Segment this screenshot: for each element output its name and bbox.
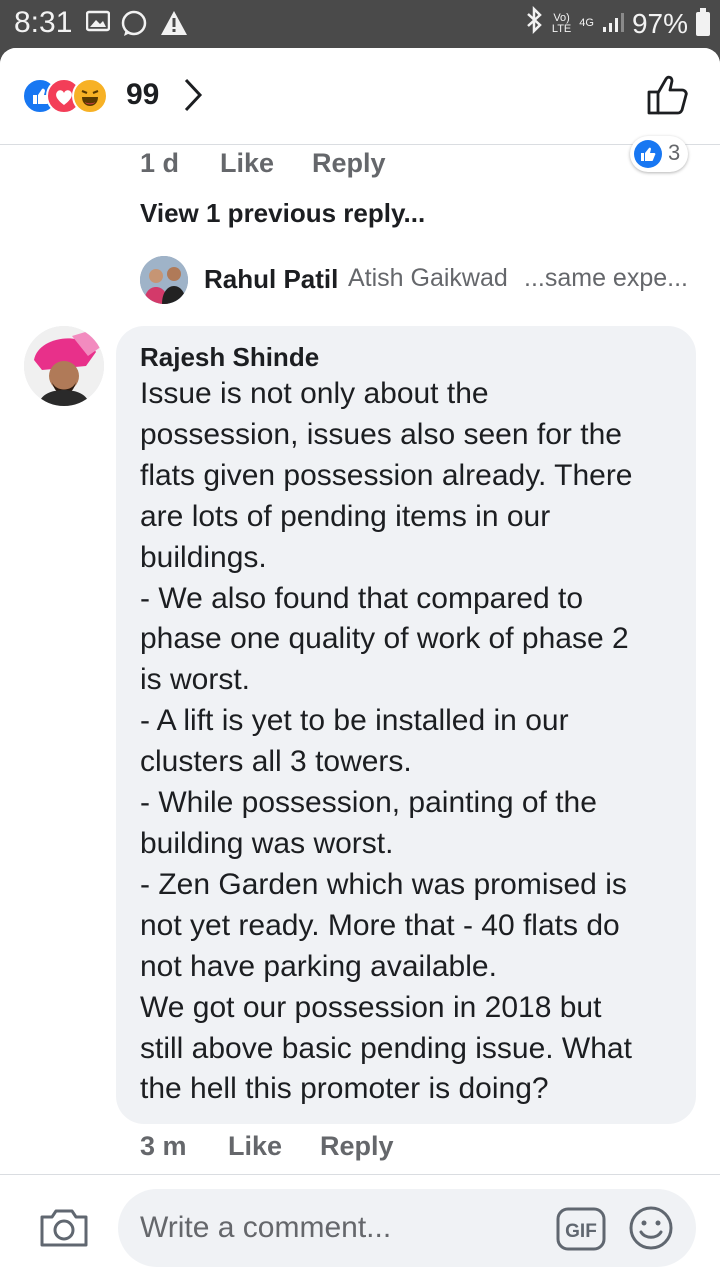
- image-notification-icon: [85, 10, 111, 37]
- comment-reply-button[interactable]: Reply: [320, 1131, 394, 1162]
- avatar: [140, 256, 188, 304]
- comments-sheet: 99 1 d Like Reply 3 View 1 previous repl…: [0, 48, 720, 1280]
- avatar[interactable]: [24, 326, 104, 406]
- status-bar: 8:31 Vo) LTE 4G 97%: [0, 0, 720, 48]
- clock: 8:31: [14, 6, 73, 39]
- comment-author[interactable]: Rajesh Shinde: [140, 342, 319, 373]
- reaction-count[interactable]: 99: [126, 78, 159, 112]
- like-post-button[interactable]: [646, 72, 690, 121]
- reactions-header: 99: [0, 48, 720, 145]
- volte-indicator: Vo) LTE: [551, 11, 572, 35]
- battery-icon: [696, 7, 710, 36]
- chevron-right-icon[interactable]: [180, 76, 206, 119]
- bluetooth-icon: [524, 5, 544, 41]
- previous-comment-like-button[interactable]: Like: [220, 148, 274, 179]
- like-badge-count: 3: [668, 140, 681, 165]
- svg-text:GIF: GIF: [565, 1221, 597, 1242]
- reply-preview[interactable]: Rahul Patil Atish Gaikwad ...same expe..…: [140, 254, 700, 306]
- comment-input[interactable]: Write a comment... GIF: [118, 1189, 696, 1267]
- reactions-summary[interactable]: [22, 78, 122, 114]
- warning-icon: [160, 10, 188, 41]
- previous-comment-reply-button[interactable]: Reply: [312, 148, 386, 179]
- camera-icon[interactable]: [38, 1205, 90, 1254]
- status-icons: Vo) LTE 4G 97%: [524, 5, 710, 41]
- reply-author[interactable]: Rahul Patil: [204, 264, 338, 295]
- gif-button[interactable]: GIF: [556, 1207, 606, 1256]
- thumbs-up-icon: [647, 75, 688, 115]
- reply-mention[interactable]: Atish Gaikwad: [348, 264, 508, 293]
- comment-composer: Write a comment... GIF: [0, 1174, 720, 1280]
- signal-icon: [602, 8, 624, 40]
- reply-snippet: ...same expe...: [524, 264, 688, 292]
- previous-comment-like-badge[interactable]: 3: [630, 136, 688, 172]
- comment-text: Issue is not only about the possession, …: [140, 377, 633, 1106]
- emoji-icon[interactable]: [628, 1205, 674, 1256]
- comment-like-button[interactable]: Like: [228, 1131, 282, 1162]
- battery-percent: 97%: [631, 7, 688, 39]
- view-previous-replies-link[interactable]: View 1 previous reply...: [140, 198, 425, 229]
- comment-bubble[interactable]: Rajesh Shinde Issue is not only about th…: [116, 326, 696, 1124]
- network-type: 4G: [579, 17, 594, 29]
- comment-input-placeholder: Write a comment...: [140, 1211, 392, 1244]
- like-badge-icon: [634, 140, 662, 168]
- whatsapp-icon: [120, 10, 148, 43]
- haha-reaction-icon: [72, 78, 108, 114]
- previous-comment-time: 1 d: [140, 148, 180, 178]
- comment-time: 3 m: [140, 1131, 187, 1161]
